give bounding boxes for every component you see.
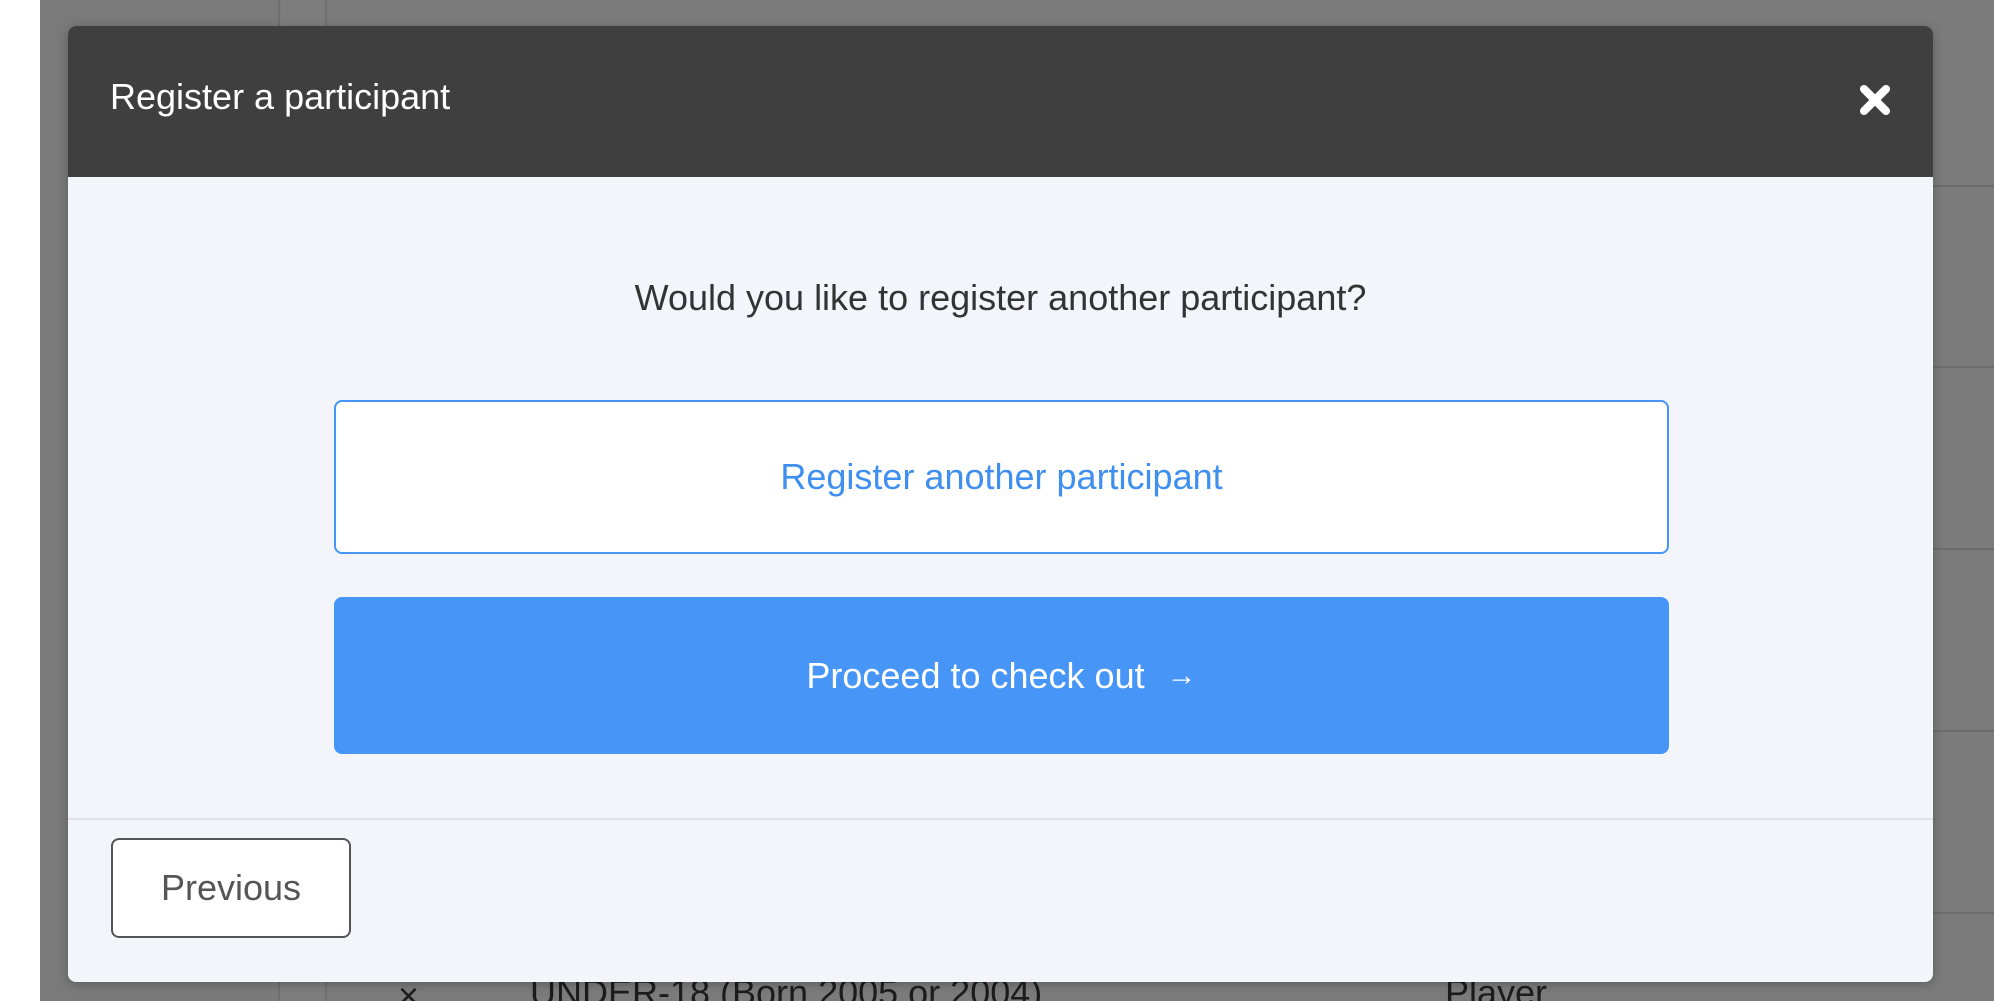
modal-title: Register a participant	[110, 76, 451, 117]
previous-label: Previous	[160, 867, 302, 908]
modal-footer-divider	[68, 818, 1933, 820]
register-participant-modal: Register a participant Would you like to…	[68, 26, 1933, 982]
register-another-button[interactable]: Register another participant	[334, 400, 1669, 554]
proceed-to-checkout-button[interactable]: Proceed to check out →	[334, 597, 1669, 754]
close-button[interactable]	[1857, 82, 1893, 118]
close-icon	[1860, 85, 1890, 115]
proceed-label: Proceed to check out	[806, 654, 1145, 696]
arrow-right-icon: →	[1166, 658, 1197, 692]
background-left-strip	[0, 0, 40, 1001]
register-another-question: Would you like to register another parti…	[634, 277, 1367, 318]
modal-body: Would you like to register another parti…	[68, 177, 1933, 819]
register-another-label: Register another participant	[780, 456, 1223, 497]
modal-header: Register a participant	[68, 26, 1933, 177]
previous-button[interactable]: Previous	[111, 838, 351, 938]
